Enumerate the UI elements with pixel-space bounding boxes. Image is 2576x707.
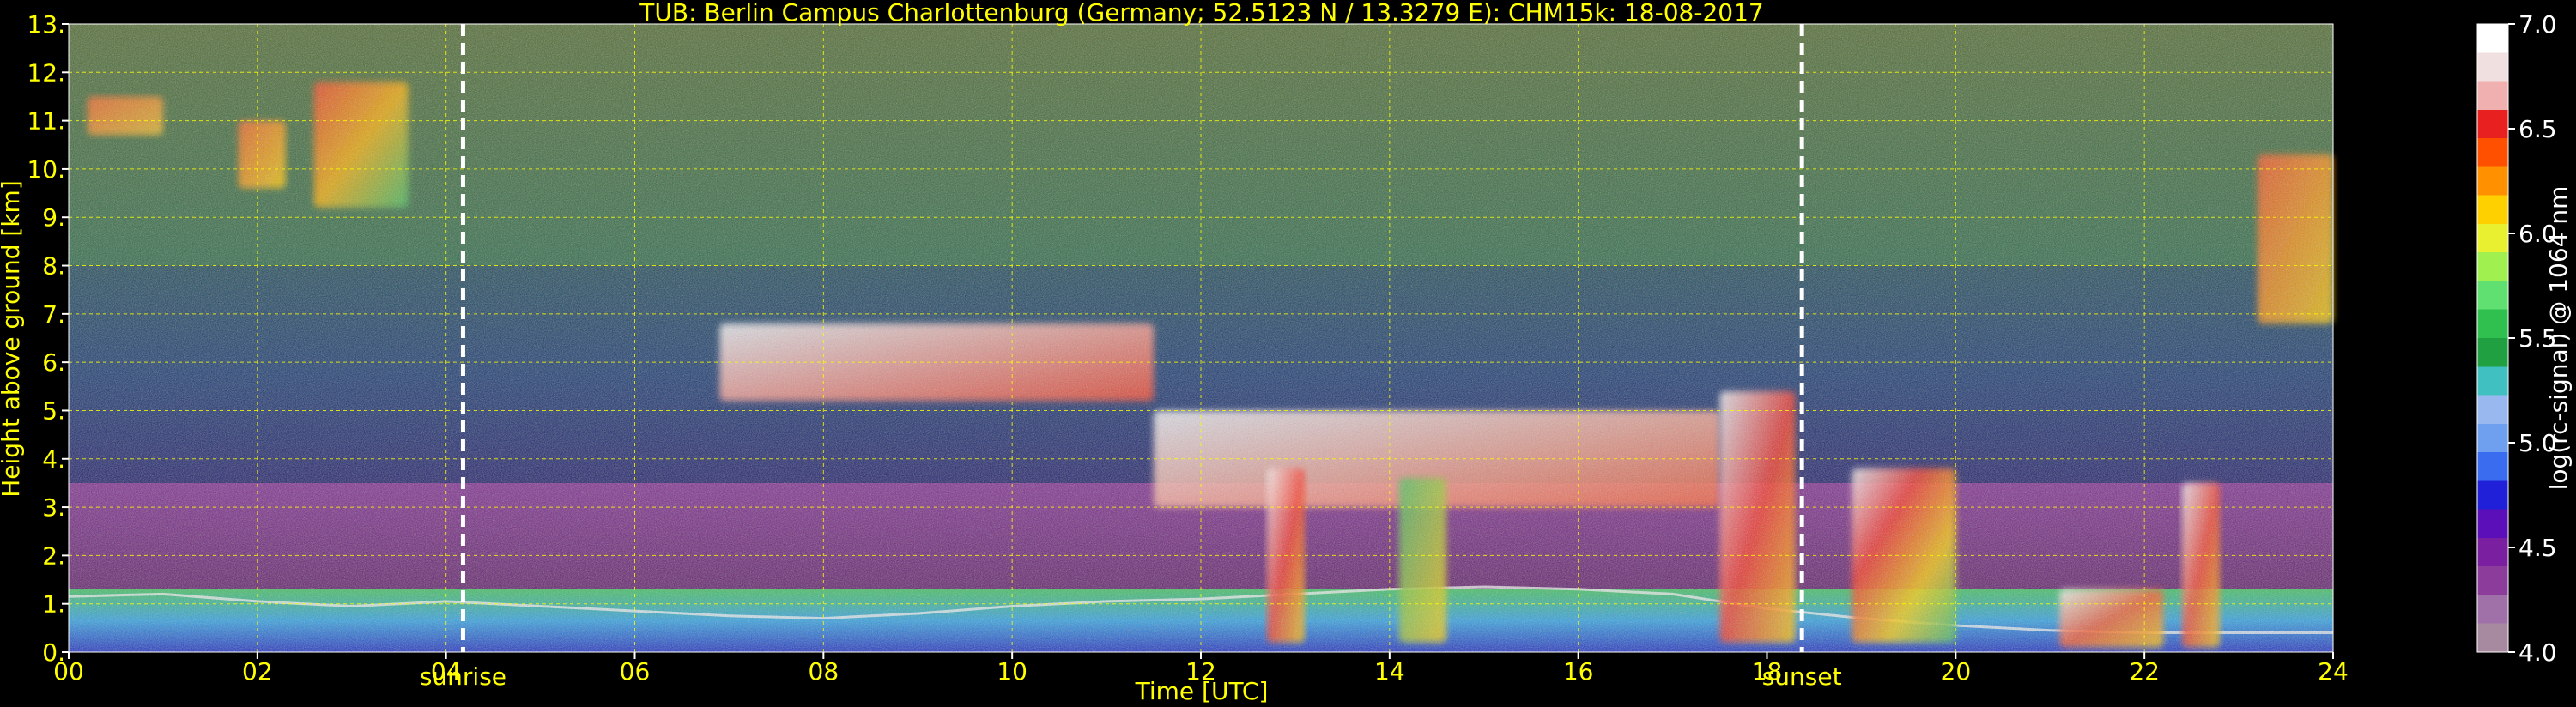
x-axis-label: Time [UTC] (1135, 677, 1269, 705)
y-axis-ticks: 0. 1. 2. 3. 4. 5. 6. 7. 8. 9. 10. 11. 12. 13. (27, 10, 69, 667)
y-tick-label: 4. (42, 445, 65, 474)
plot-area: sunrise sunset (68, 23, 2334, 691)
y-tick-label: 11. (27, 107, 65, 136)
y-tick-label: 13. (27, 10, 65, 39)
ceilometer-chart: sunrise sunset 00 02 04 06 08 10 12 14 16 18 20 22 24… (0, 0, 2573, 705)
y-tick-label: 6. (42, 348, 65, 377)
y-axis-label: Height above ground [km] (0, 180, 25, 498)
x-tick-label: 22 (2129, 657, 2160, 686)
colorbar-tick-label: 4.5 (2518, 534, 2557, 562)
y-tick-label: 9. (42, 203, 65, 232)
x-tick-label: 08 (809, 657, 839, 686)
colorbar: 4.04.55.05.56.06.57.0 log(rc-signal) @ 1… (2476, 10, 2573, 667)
y-tick-label: 5. (42, 396, 65, 425)
chart-title: TUB: Berlin Campus Charlottenburg (Germa… (639, 0, 1763, 27)
y-tick-label: 12. (27, 58, 65, 87)
colorbar-tick-label: 6.5 (2518, 115, 2557, 143)
y-tick-label: 7. (42, 300, 65, 329)
y-tick-label: 3. (42, 493, 65, 522)
signal-noise-overlay (69, 24, 2333, 652)
y-tick-label: 0. (42, 638, 65, 667)
x-tick-label: 18 (1752, 657, 1783, 686)
x-tick-label: 20 (1941, 657, 1972, 686)
x-tick-label: 10 (997, 657, 1027, 686)
y-tick-label: 8. (42, 252, 65, 281)
x-tick-label: 02 (242, 657, 273, 686)
colorbar-gradient (2476, 23, 2509, 653)
y-tick-label: 1. (42, 590, 65, 619)
x-tick-label: 24 (2318, 657, 2349, 686)
y-tick-label: 2. (42, 541, 65, 570)
colorbar-tick-label: 7.0 (2518, 10, 2557, 39)
x-tick-label: 14 (1374, 657, 1405, 686)
colorbar-label: log(rc-signal) @ 1064 nm (2544, 186, 2573, 491)
colorbar-tick-label: 4.0 (2518, 638, 2557, 667)
x-tick-label: 04 (431, 657, 462, 686)
x-tick-label: 06 (620, 657, 651, 686)
x-tick-label: 16 (1563, 657, 1594, 686)
y-tick-label: 10. (27, 155, 65, 184)
